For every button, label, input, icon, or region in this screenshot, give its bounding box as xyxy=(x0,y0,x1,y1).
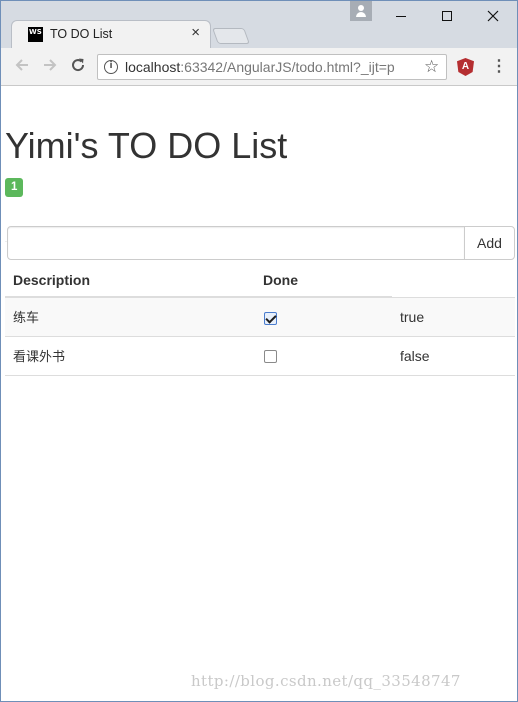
done-checkbox[interactable] xyxy=(264,350,277,364)
minimize-button[interactable] xyxy=(378,1,423,31)
maximize-icon xyxy=(441,11,452,21)
header-spacer xyxy=(392,260,515,297)
angular-extension-icon[interactable]: A xyxy=(457,58,474,76)
menu-icon[interactable]: ⋮ xyxy=(491,57,507,77)
todo-count-badge: 1 xyxy=(5,178,24,197)
browser-window: WS TO DO List × i localhost:63342/Angula… xyxy=(0,0,518,702)
new-tab-button[interactable] xyxy=(212,28,250,44)
tab-strip: WS TO DO List × xyxy=(1,1,517,48)
reload-icon[interactable] xyxy=(68,57,88,77)
new-todo-input[interactable] xyxy=(7,226,465,260)
add-button[interactable]: Add xyxy=(464,226,515,260)
back-icon[interactable] xyxy=(12,57,32,77)
header-description: Description xyxy=(5,260,255,298)
browser-toolbar: i localhost:63342/AngularJS/todo.html?_i… xyxy=(1,48,517,86)
table-row: 看课外书 false xyxy=(5,335,515,376)
maximize-button[interactable] xyxy=(424,1,469,31)
done-checkbox[interactable] xyxy=(264,311,277,325)
add-todo-group: Add xyxy=(7,226,515,260)
page-content: Yimi's TO DO List 1 Add Description Done… xyxy=(5,86,515,700)
address-bar[interactable]: i localhost:63342/AngularJS/todo.html?_i… xyxy=(97,54,447,80)
todo-description: 练车 xyxy=(5,296,255,336)
table-header-row: Description Done xyxy=(5,260,515,298)
browser-tab[interactable]: WS TO DO List × xyxy=(11,20,211,48)
close-window-button[interactable] xyxy=(470,1,515,31)
url-text[interactable]: localhost:63342/AngularJS/todo.html?_ijt… xyxy=(125,59,415,75)
minimize-icon xyxy=(395,15,406,17)
tab-close-icon[interactable]: × xyxy=(191,24,200,41)
todo-done-cell xyxy=(255,296,392,336)
todo-description: 看课外书 xyxy=(5,335,255,376)
todo-table: Description Done 练车 true 看课外书 false xyxy=(5,260,515,376)
table-row: 练车 true xyxy=(5,296,515,336)
page-header: Yimi's TO DO List 1 xyxy=(5,124,515,242)
star-icon[interactable]: ☆ xyxy=(424,57,439,77)
watermark-text: http://blog.csdn.net/qq_33548747 xyxy=(191,672,461,690)
close-icon xyxy=(487,10,498,22)
todo-done-cell xyxy=(255,335,392,376)
header-done: Done xyxy=(255,260,392,298)
user-icon[interactable] xyxy=(350,1,372,21)
todo-done-text: true xyxy=(392,296,515,336)
webstorm-favicon-icon: WS xyxy=(28,27,43,42)
url-host: localhost xyxy=(125,59,181,75)
forward-icon[interactable] xyxy=(40,57,60,77)
info-icon[interactable]: i xyxy=(104,60,118,74)
url-path: :63342/AngularJS/todo.html?_ijt=p xyxy=(180,59,395,75)
page-title: Yimi's TO DO List xyxy=(5,125,288,166)
tab-title: TO DO List xyxy=(50,27,113,41)
todo-done-text: false xyxy=(392,335,515,376)
